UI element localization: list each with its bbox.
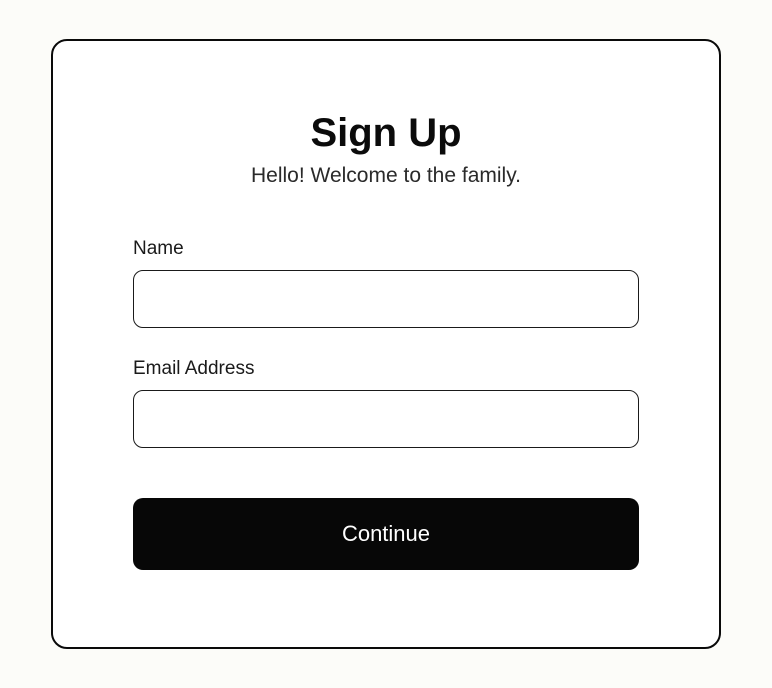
email-field-group: Email Address	[133, 358, 639, 448]
name-label: Name	[133, 238, 639, 260]
signup-card: Sign Up Hello! Welcome to the family. Na…	[51, 39, 721, 649]
page-subtitle: Hello! Welcome to the family.	[133, 164, 639, 188]
page-title: Sign Up	[133, 111, 639, 156]
name-field-group: Name	[133, 238, 639, 328]
continue-button[interactable]: Continue	[133, 498, 639, 570]
name-input[interactable]	[133, 270, 639, 328]
email-label: Email Address	[133, 358, 639, 380]
email-input[interactable]	[133, 390, 639, 448]
